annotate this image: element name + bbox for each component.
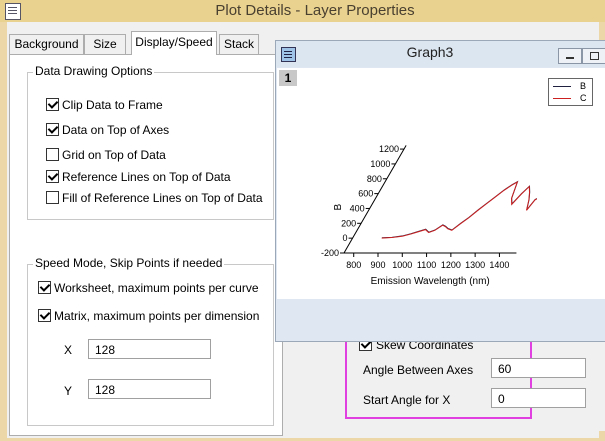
angle-between-axes-field[interactable]: 60 [491,358,586,378]
tab-background[interactable]: Background [9,34,84,54]
grid-on-top-checkbox[interactable] [46,148,59,161]
legend-line-c [553,98,571,99]
window-title: Plot Details - Layer Properties [215,2,415,19]
series-c-line [381,181,537,239]
data-on-top-label: Data on Top of Axes [62,123,170,137]
tab-size[interactable]: Size [84,34,126,54]
chart-legend[interactable]: B C [548,78,593,106]
data-drawing-options-title: Data Drawing Options [33,64,155,78]
x-label: X [64,343,73,357]
graph3-title: Graph3 [406,44,454,60]
fill-reference-lines-label: Fill of Reference Lines on Top of Data [62,191,263,205]
clip-data-checkbox[interactable] [46,98,59,111]
restore-button[interactable] [582,48,605,64]
speed-mode-title: Speed Mode, Skip Points if needed [33,256,225,270]
worksheet-max-points-checkbox[interactable] [38,281,51,294]
x-tick-label: 1100 [417,260,436,270]
x-tick-label: 1000 [392,260,412,270]
skewed-line-chart[interactable]: 800 900 1000 1100 1200 1300 1400 -200 0 200 400 600… [277,68,537,298]
x-tick-label: 1200 [441,260,461,270]
reference-lines-checkbox[interactable] [46,170,59,183]
clip-data-label: Clip Data to Frame [62,98,163,112]
y-tick-label: 800 [367,174,382,184]
x-points-field[interactable]: 128 [88,339,211,359]
matrix-max-points-checkbox[interactable] [38,309,51,322]
legend-label-b: B [580,81,587,91]
y-tick-label: 400 [350,203,365,213]
y-tick-label: 200 [341,218,356,228]
legend-label-c: C [580,93,587,103]
x-tick-label: 1400 [489,260,509,270]
legend-line-b [553,86,571,87]
x-tick-label: 1300 [465,260,485,270]
x-tick-label: 800 [346,260,361,270]
grid-on-top-label: Grid on Top of Data [62,148,166,162]
graph3-bottom-border [277,299,605,305]
y-axis-title: B [333,204,344,211]
matrix-max-points-label: Matrix, maximum points per dimension [54,309,260,323]
y-tick-label: 1200 [379,144,399,154]
y-points-field[interactable]: 128 [88,379,211,399]
start-angle-x-field[interactable]: 0 [491,388,586,408]
y-tick-label: 1000 [370,159,390,169]
y-tick-label: 0 [343,233,348,243]
minimize-button[interactable] [558,48,582,64]
angle-between-axes-label: Angle Between Axes [363,363,474,377]
window-icon [5,3,21,20]
worksheet-max-points-label: Worksheet, maximum points per curve [54,281,259,295]
y-tick-label: 600 [358,189,373,199]
reference-lines-label: Reference Lines on Top of Data [62,170,231,184]
tab-stack[interactable]: Stack [219,34,259,54]
tab-display-speed[interactable]: Display/Speed [131,31,217,55]
data-on-top-checkbox[interactable] [46,123,59,136]
graph-window-icon [281,47,296,62]
chart-plot-area: 800 900 1000 1100 1200 1300 1400 -200 0 200 400 600… [321,144,537,287]
x-axis-title: Emission Wavelength (nm) [371,276,490,287]
start-angle-x-label: Start Angle for X [363,393,451,407]
x-tick-label: 900 [370,260,385,270]
fill-reference-lines-checkbox[interactable] [46,191,59,204]
series-b-line [381,180,537,239]
y-label: Y [64,384,73,398]
y-tick-label: -200 [321,248,339,258]
